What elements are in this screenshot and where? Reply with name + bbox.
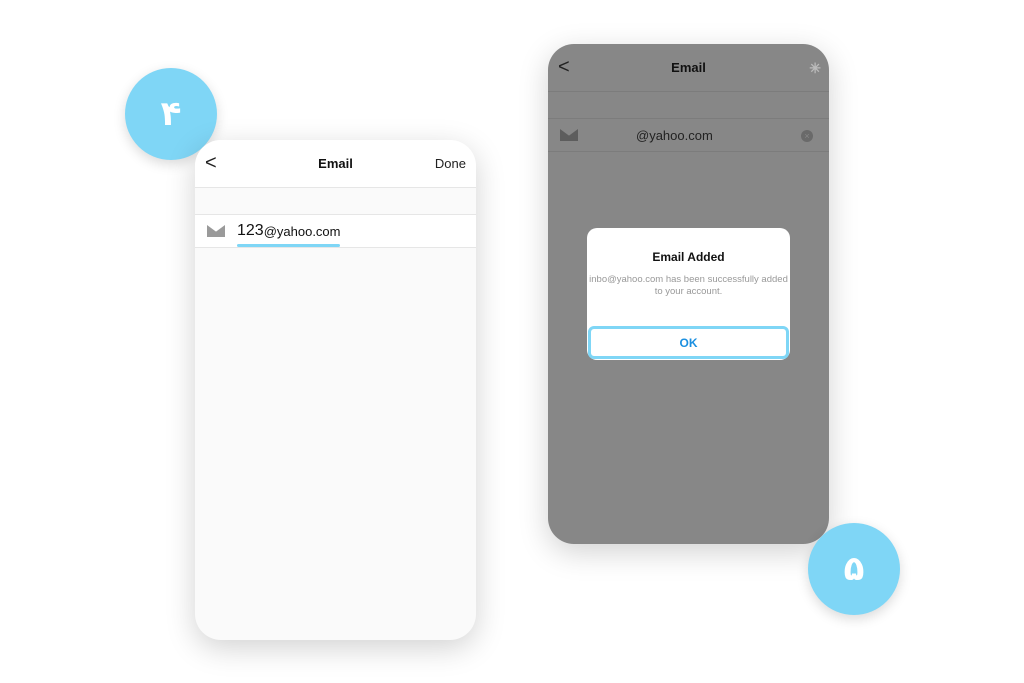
phone-step-5: < Email ✳ @yahoo.com × Email Added inbo@…	[548, 44, 829, 544]
page-title: Email	[318, 156, 353, 171]
email-field[interactable]: @yahoo.com ×	[548, 118, 829, 152]
loading-spinner-icon: ✳	[809, 60, 821, 76]
dialog-title: Email Added	[652, 250, 725, 264]
envelope-icon	[207, 225, 225, 237]
email-added-dialog: Email Added inbo@yahoo.com has been succ…	[587, 228, 790, 360]
back-icon[interactable]: <	[205, 152, 217, 175]
phone-step-4: < Email Done 123 @yahoo.com	[195, 140, 476, 640]
nav-bar: < Email Done	[195, 140, 476, 188]
email-prefix: 123	[237, 222, 264, 239]
email-input[interactable]: 123 @yahoo.com	[195, 214, 476, 248]
back-icon[interactable]: <	[558, 56, 570, 79]
email-domain: @yahoo.com	[263, 223, 341, 239]
clear-icon[interactable]: ×	[801, 130, 813, 142]
envelope-icon	[560, 129, 578, 141]
ok-button[interactable]: OK	[588, 326, 789, 359]
page-title: Email	[671, 60, 706, 75]
nav-bar: < Email ✳	[548, 44, 829, 92]
input-highlight	[237, 244, 340, 247]
dialog-message: inbo@yahoo.com has been successfully add…	[589, 274, 788, 297]
done-button[interactable]: Done	[435, 156, 466, 171]
email-value: @yahoo.com	[636, 127, 713, 143]
step-badge-5: ۵	[808, 523, 900, 615]
